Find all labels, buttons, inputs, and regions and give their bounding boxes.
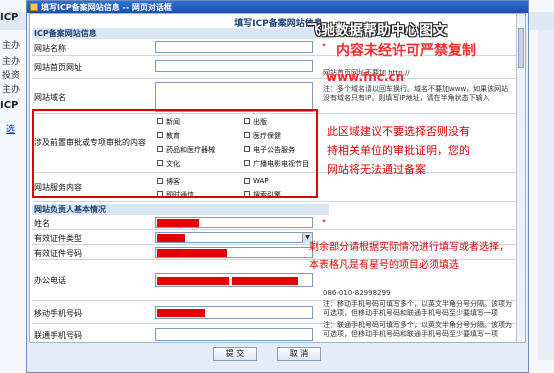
home-url-input[interactable] bbox=[155, 60, 313, 72]
cancel-button[interactable]: 取 消 bbox=[277, 347, 321, 361]
redacted-value bbox=[232, 277, 298, 285]
redacted-value bbox=[157, 277, 229, 285]
row-name: 姓名 * bbox=[32, 216, 525, 230]
home-url-label: 网站首页网址 bbox=[34, 63, 82, 72]
row-home-url: 网站首页网址 网站首页网址不要加 http:// bbox=[32, 57, 525, 79]
name-label: 姓名 bbox=[34, 219, 50, 228]
required-star: * bbox=[322, 218, 326, 227]
domain-label: 网站域名 bbox=[34, 93, 66, 102]
contact-mobile-label: 联通手机号码 bbox=[34, 331, 82, 340]
dialog-title: 填写ICP备案网站信息 -- 网页对话框 bbox=[41, 3, 172, 12]
watermark-text: 飞驰数据帮助中心图文 bbox=[307, 23, 447, 39]
warning-annotation: 此区域建议不要选择否则没有持相关单位的审批证明，您的网站将无法通过备案 bbox=[327, 125, 470, 176]
redacted-value bbox=[157, 234, 185, 242]
redacted-value bbox=[157, 309, 205, 317]
section-owner-info: 网站负责人基本情况 bbox=[32, 204, 329, 215]
cert-type-label: 有效证件类型 bbox=[34, 234, 82, 243]
domain-textarea[interactable] bbox=[155, 82, 313, 112]
section-site-info: ICP备案网站信息 bbox=[32, 28, 329, 39]
row-contact-mobile: 联通手机号码 注：联通手机号码可填写多个，以英文半角分号分隔。该项为可选项，但移… bbox=[32, 321, 525, 342]
redacted-value bbox=[157, 219, 199, 227]
background-icp-label: ICP bbox=[0, 12, 19, 23]
site-name-input[interactable] bbox=[155, 41, 313, 53]
window-icon bbox=[30, 3, 38, 11]
highlight-box bbox=[32, 109, 318, 198]
office-phone-note: 086-010-82998299 bbox=[323, 289, 391, 297]
watermark-text: 内容未经许可严禁复制 bbox=[336, 43, 476, 59]
submit-button[interactable]: 提 交 bbox=[213, 347, 257, 361]
background-scrollbar[interactable] bbox=[538, 30, 554, 360]
dialog-scrollbar[interactable] bbox=[516, 14, 525, 342]
watermark-url: www.fnc.cn bbox=[326, 70, 405, 84]
dialog-titlebar[interactable]: 填写ICP备案网站信息 -- 网页对话框 bbox=[27, 1, 528, 13]
cert-no-label: 有效证件号码 bbox=[34, 249, 82, 258]
required-star: * bbox=[322, 42, 326, 51]
redacted-value bbox=[157, 249, 227, 257]
domain-note: 注：多个域名请以回车换行。域名不要加www，如果该网站没有域名只有IP，则填写I… bbox=[323, 85, 509, 102]
background-icp-label: ICP bbox=[0, 100, 19, 111]
mobile-note: 注：移动手机号码可填写多个，以英文半角分号分隔。该项为可选项，但移动手机号码和联… bbox=[323, 300, 512, 317]
mobile-label: 移动手机号码 bbox=[34, 309, 82, 318]
contact-mobile-input[interactable] bbox=[155, 328, 313, 341]
contact-mobile-note: 注：联通手机号码可填写多个，以英文半角分号分隔。该项为可选项，但移动手机号码和联… bbox=[323, 321, 512, 338]
instruction-annotation: 剩余部分请根据实际情况进行填写或者选择，本表格凡是有星号的项目必须填选 bbox=[309, 242, 509, 271]
scrollbar-thumb[interactable] bbox=[518, 28, 524, 68]
background-link[interactable]: 选 bbox=[6, 122, 15, 135]
site-name-label: 网站名称 bbox=[34, 44, 66, 53]
office-phone-label: 办公电话 bbox=[34, 276, 66, 285]
